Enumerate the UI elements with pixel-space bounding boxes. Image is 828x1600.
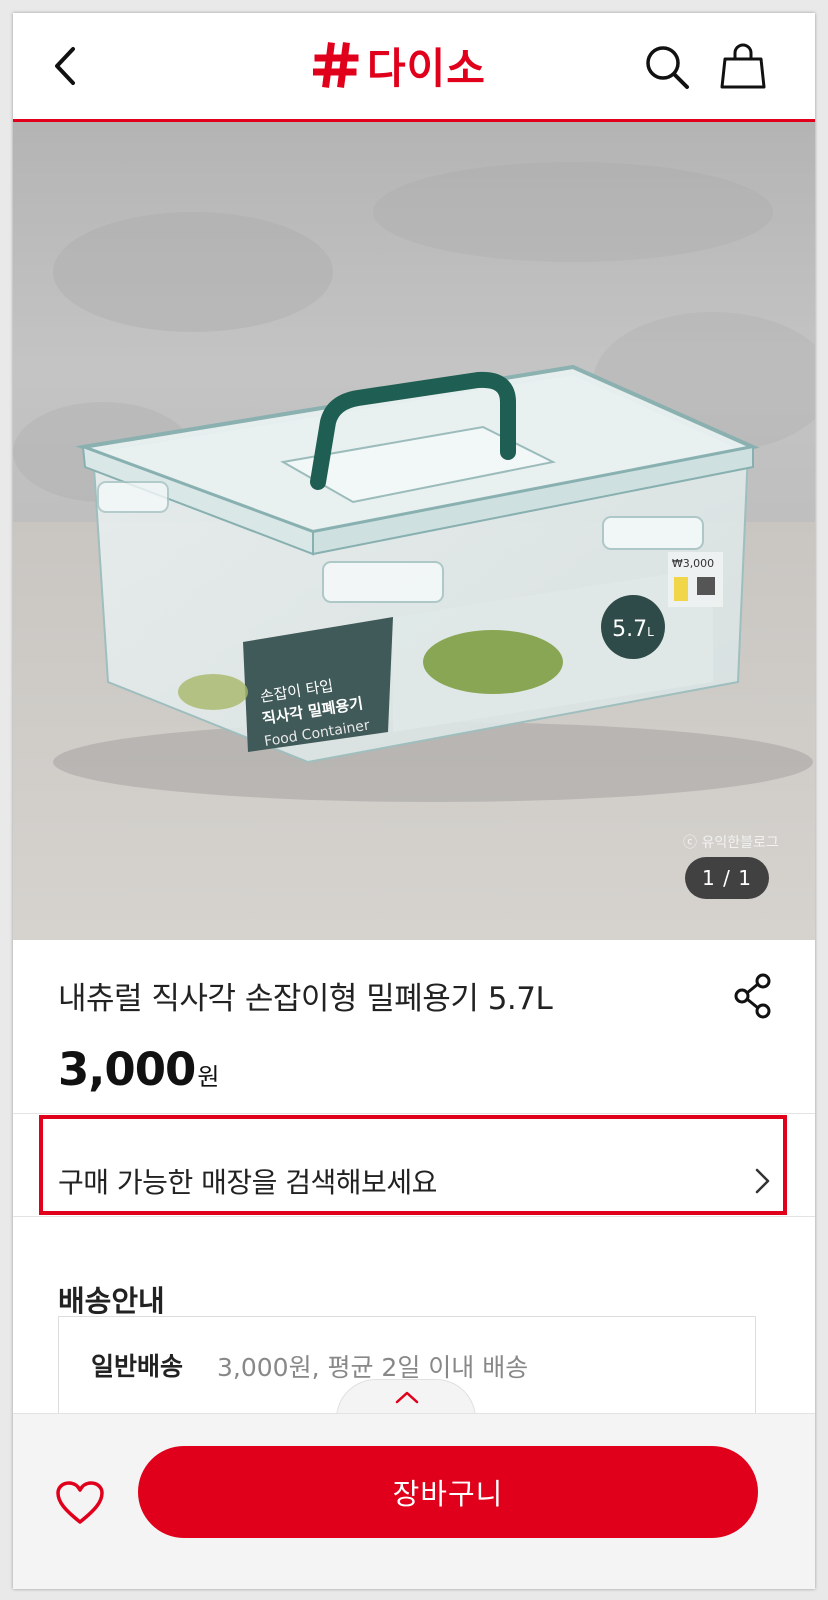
section-divider: [13, 1216, 815, 1217]
top-header: 다이소: [13, 13, 815, 122]
bottom-action-bar: 장바구니: [13, 1413, 815, 1589]
product-title: 내츄럴 직사각 손잡이형 밀폐용기 5.7L: [58, 981, 553, 1017]
highlight-box: [39, 1115, 787, 1215]
daiso-logo[interactable]: 다이소: [313, 41, 523, 93]
product-photo: 5.7L ₩3,000 손잡이 타입 직사각 밀폐용기 Food Contain…: [13, 162, 815, 940]
heart-icon: [56, 1481, 104, 1524]
shipping-section-title: 배송안내: [58, 1284, 165, 1318]
price-unit: 원: [197, 1063, 220, 1091]
watermark-text: ⓒ 유익한블로그: [683, 835, 779, 851]
product-image-carousel[interactable]: 5.7L ₩3,000 손잡이 타입 직사각 밀폐용기 Food Contain…: [13, 122, 815, 940]
chevron-left-icon: [55, 47, 75, 85]
add-to-cart-button[interactable]: 장바구니: [138, 1446, 758, 1538]
back-button[interactable]: [43, 41, 93, 91]
chevron-up-icon: [395, 1391, 419, 1404]
logo-text: 다이소: [367, 43, 486, 93]
shipping-type: 일반배송: [91, 1352, 184, 1381]
share-icon: [734, 973, 771, 1019]
price-tag-text: ₩3,000: [672, 557, 714, 570]
cart-button[interactable]: [719, 41, 767, 91]
section-divider: [13, 1113, 815, 1114]
product-price: 3,000원: [58, 1043, 219, 1096]
app-screen: 다이소 5.7L ₩3,000 손잡이 타입 직사각 밀폐용기 Food Con…: [13, 13, 815, 1589]
share-button[interactable]: [733, 973, 773, 1019]
wishlist-button[interactable]: [55, 1480, 105, 1526]
price-value: 3,000: [58, 1043, 196, 1096]
search-icon: [646, 46, 689, 89]
hash-logo-icon: [313, 42, 359, 88]
search-button[interactable]: [643, 43, 691, 91]
shopping-bag-icon: [720, 43, 766, 89]
image-counter: 1 / 1: [685, 857, 769, 899]
